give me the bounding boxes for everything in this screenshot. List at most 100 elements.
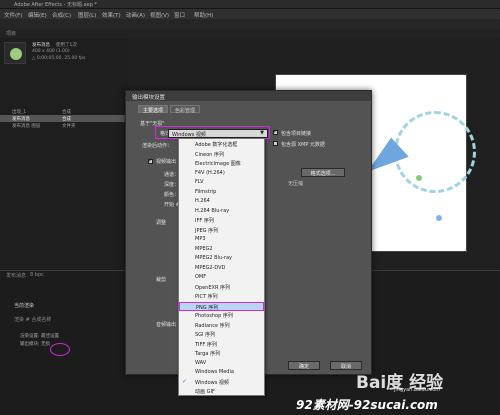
- dropdown-item[interactable]: MP3: [179, 235, 264, 244]
- dot-graphic: [416, 175, 422, 181]
- channel-label: 通道：: [164, 172, 180, 178]
- dropdown-item[interactable]: IFF 序列: [179, 216, 264, 225]
- dropdown-item[interactable]: F4V (H.264): [179, 169, 264, 178]
- format-dropdown-list: Adobe 数字化选框 Cineon 序列 ElectricImage 图像 F4V …: [178, 138, 265, 396]
- baidu-url-watermark: jingyan.baidu.com: [394, 387, 441, 393]
- video-output-label: 视频输出: [156, 159, 177, 165]
- include-xmp-checkbox[interactable]: [273, 141, 278, 146]
- crop-label: 裁剪: [156, 277, 167, 283]
- dropdown-item[interactable]: TIFF 序列: [179, 340, 264, 349]
- menu-file[interactable]: 文件(F): [4, 11, 22, 19]
- depth-label: 深度：: [164, 182, 180, 188]
- bit-depth-label[interactable]: 8 bpc: [30, 272, 44, 281]
- dropdown-item-label: PICT 序列: [195, 294, 218, 300]
- resize-label: 调整: [156, 220, 167, 226]
- dropdown-item-label: MPEG2: [195, 245, 213, 252]
- dropdown-item-label: Photoshop 序列: [195, 313, 233, 319]
- dropdown-item[interactable]: WAV: [179, 359, 264, 368]
- dropdown-item-label: MPEG2-DVD: [195, 264, 226, 271]
- project-item-name: 发布消息: [32, 43, 50, 48]
- dropdown-item-label: OMF: [195, 274, 207, 280]
- dropdown-item[interactable]: Filmstrip: [179, 188, 264, 197]
- project-panel: [0, 38, 128, 270]
- include-project-link-label: 包含项目链接: [281, 131, 312, 137]
- site-watermark: 92素材网-92sucai.com: [296, 398, 438, 412]
- dropdown-item-label: SGI 序列: [195, 332, 216, 338]
- dropdown-item-label: IFF 序列: [195, 218, 214, 224]
- dropdown-item[interactable]: FLV: [179, 178, 264, 187]
- dropdown-item-label: Windows 视频: [195, 379, 229, 386]
- project-row-name: 发布消息 图层: [12, 124, 41, 129]
- dropdown-item[interactable]: Photoshop 序列: [179, 311, 264, 320]
- dropdown-item[interactable]: MPEG2: [179, 245, 264, 254]
- include-project-link-checkbox[interactable]: [273, 128, 278, 135]
- compression-label: 无压缩: [288, 181, 304, 187]
- dropdown-item[interactable]: JPEG 序列: [179, 226, 264, 235]
- menu-layer[interactable]: 图层(L): [78, 11, 96, 19]
- video-output-checkbox[interactable]: [148, 157, 153, 164]
- dropdown-item[interactable]: PICT 序列: [179, 292, 264, 301]
- project-item-duration: △ 0;00;05;00, 25.00 fps: [32, 56, 86, 61]
- dropdown-item-label: Targa 序列: [195, 351, 221, 357]
- project-row[interactable]: 发布消息 图层 文件夹: [0, 122, 128, 129]
- tab-project[interactable]: 项目: [6, 30, 16, 39]
- dropdown-item-label: Radiance 序列: [195, 322, 230, 329]
- dropdown-item[interactable]: MPEG2 Blu-ray: [179, 254, 264, 263]
- window-title: Adobe After Effects - 无标题.aep *: [14, 2, 97, 8]
- dropdown-item[interactable]: ElectricImage 图像: [179, 159, 264, 168]
- tab-main-options[interactable]: 主要选项: [138, 105, 169, 114]
- dropdown-item[interactable]: H.264: [179, 197, 264, 206]
- menu-effect[interactable]: 效果(T): [102, 11, 121, 19]
- dropdown-item-label: WAV: [195, 359, 207, 366]
- dropdown-item-label: TIFF 序列: [195, 341, 217, 348]
- dropdown-item[interactable]: Radiance 序列: [179, 321, 264, 330]
- include-xmp-label: 包含源 XMP 元数据: [281, 142, 325, 148]
- format-options-button[interactable]: 格式选项...: [301, 168, 345, 177]
- menu-composition[interactable]: 合成(C): [52, 11, 71, 19]
- dropdown-item-label: Filmstrip: [195, 188, 217, 195]
- project-thumbnail: [4, 42, 26, 64]
- dropdown-item[interactable]: OpenEXR 序列: [179, 283, 264, 292]
- dropdown-item[interactable]: Adobe 数字化选框: [179, 140, 264, 149]
- dropdown-item-label: PNG 序列: [196, 304, 219, 311]
- tab-color-management[interactable]: 色彩管理: [170, 105, 201, 114]
- dropdown-item-label: OpenEXR 序列: [195, 284, 231, 291]
- dropdown-item[interactable]: Targa 序列: [179, 349, 264, 358]
- dropdown-item[interactable]: H.264 Blu-ray: [179, 207, 264, 216]
- dialog-title: 输出模块设置: [126, 91, 371, 101]
- menu-window[interactable]: 窗口: [174, 11, 185, 19]
- post-render-label: 渲染后动作：: [142, 143, 173, 149]
- dropdown-item-selected[interactable]: PNG 序列: [179, 301, 264, 311]
- dropdown-item[interactable]: Windows Media: [179, 368, 264, 377]
- dot-graphic: [436, 215, 442, 221]
- dropdown-item-label: MP3: [195, 236, 206, 242]
- menu-animation[interactable]: 动画(A): [126, 11, 145, 19]
- project-row-selected[interactable]: 发布消息 合成: [0, 115, 128, 122]
- dropdown-item-label: 动画 GIF: [195, 389, 215, 395]
- menu-bar: 文件(F) 编辑(E) 合成(C) 图层(L) 效果(T) 动画(A) 视图(V…: [0, 9, 500, 19]
- dropdown-item[interactable]: SGI 序列: [179, 330, 264, 339]
- render-status-label: 当前渲染: [14, 303, 35, 309]
- dropdown-item-label: Windows Media: [195, 369, 234, 375]
- check-icon: ✓: [182, 377, 188, 385]
- project-item-size: 400 x 400 (1.00): [32, 49, 70, 54]
- tab-timeline[interactable]: 发布消息: [6, 272, 26, 281]
- menu-view[interactable]: 视图(V): [150, 11, 169, 19]
- menu-edit[interactable]: 编辑(E): [28, 11, 47, 19]
- dropdown-item[interactable]: ✓ Windows 视频: [179, 378, 264, 387]
- color-label: 颜色：: [164, 192, 180, 198]
- dropdown-item[interactable]: MPEG2-DVD: [179, 264, 264, 273]
- dropdown-item[interactable]: 动画 GIF: [179, 387, 264, 396]
- dropdown-item-label: Adobe 数字化选框: [195, 142, 238, 148]
- tool-bar: [0, 19, 500, 29]
- dropdown-item-label: H.264 Blu-ray: [195, 207, 230, 214]
- project-row[interactable]: 出现_1 合成: [0, 108, 128, 115]
- dropdown-item-label: H.264: [195, 198, 210, 204]
- project-row-type: 文件夹: [62, 124, 76, 129]
- output-module-label: 输出模块: 无损: [20, 342, 50, 347]
- ok-button[interactable]: 确定: [288, 361, 320, 370]
- menu-help[interactable]: 帮助(H): [194, 11, 213, 19]
- dropdown-item[interactable]: OMF: [179, 273, 264, 282]
- render-settings-label: 渲染设置: 最佳设置: [20, 334, 59, 339]
- dropdown-item[interactable]: Cineon 序列: [179, 150, 264, 159]
